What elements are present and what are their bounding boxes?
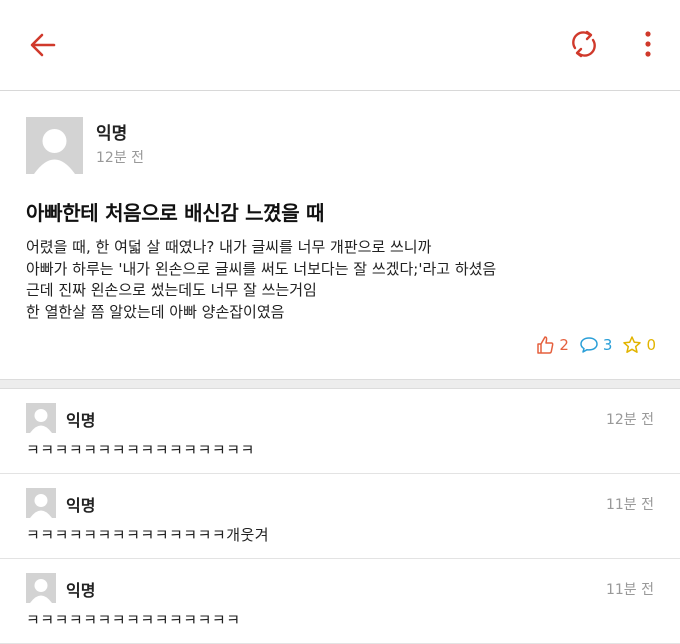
comment-time: 11분 전 bbox=[605, 497, 654, 513]
like-count: 2 bbox=[559, 336, 569, 354]
star-icon bbox=[623, 336, 642, 353]
comment-author: 익명 bbox=[66, 411, 96, 430]
comment-text: ㅋㅋㅋㅋㅋㅋㅋㅋㅋㅋㅋㅋㅋㅋㅋ bbox=[26, 611, 241, 629]
comment-count-button[interactable]: 3 bbox=[579, 335, 613, 355]
avatar bbox=[26, 117, 83, 174]
more-vertical-icon bbox=[645, 31, 651, 57]
comment-avatar bbox=[26, 403, 56, 433]
comment-avatar bbox=[26, 573, 56, 603]
post-title: 아빠한테 처음으로 배신감 느꼈을 때 bbox=[26, 201, 325, 225]
default-avatar-icon bbox=[26, 403, 56, 433]
post-stats: 2 3 0 bbox=[525, 335, 656, 355]
post-author: 익명 bbox=[96, 124, 128, 144]
scrap-button[interactable]: 0 bbox=[622, 335, 656, 355]
post-article: 익명 12분 전 아빠한테 처음으로 배신감 느꼈을 때 어렸을 때, 한 여덟… bbox=[0, 91, 680, 379]
top-app-bar bbox=[0, 0, 680, 91]
comment-author: 익명 bbox=[66, 581, 96, 600]
thumbs-up-icon bbox=[537, 336, 554, 354]
default-avatar-icon bbox=[26, 117, 83, 174]
comment-text: ㅋㅋㅋㅋㅋㅋㅋㅋㅋㅋㅋㅋㅋㅋ개웃겨 bbox=[26, 526, 270, 544]
comment-time: 12분 전 bbox=[605, 412, 654, 428]
comment-count: 3 bbox=[602, 336, 613, 354]
refresh-button[interactable] bbox=[568, 28, 600, 60]
like-button[interactable]: 2 bbox=[535, 335, 569, 355]
more-options-button[interactable] bbox=[636, 28, 660, 60]
comment-avatar bbox=[26, 488, 56, 518]
arrow-left-icon bbox=[30, 33, 56, 57]
default-avatar-icon bbox=[26, 573, 56, 603]
comment-item[interactable]: 익명 11분 전 ㅋㅋㅋㅋㅋㅋㅋㅋㅋㅋㅋㅋㅋㅋㅋ bbox=[0, 559, 680, 644]
post-time: 12분 전 bbox=[96, 150, 145, 166]
back-button[interactable] bbox=[28, 30, 58, 60]
comment-item[interactable]: 익명 12분 전 ㅋㅋㅋㅋㅋㅋㅋㅋㅋㅋㅋㅋㅋㅋㅋㅋ bbox=[0, 389, 680, 474]
default-avatar-icon bbox=[26, 488, 56, 518]
comment-item[interactable]: 익명 11분 전 ㅋㅋㅋㅋㅋㅋㅋㅋㅋㅋㅋㅋㅋㅋ개웃겨 bbox=[0, 474, 680, 559]
comment-time: 11분 전 bbox=[605, 582, 654, 598]
post-body: 어렸을 때, 한 여덟 살 때였나? 내가 글씨를 너무 개판으로 쓰니까 아빠… bbox=[26, 238, 497, 321]
scrap-count: 0 bbox=[646, 336, 656, 354]
comment-text: ㅋㅋㅋㅋㅋㅋㅋㅋㅋㅋㅋㅋㅋㅋㅋㅋ bbox=[26, 441, 255, 459]
speech-bubble-icon bbox=[580, 337, 598, 353]
section-divider bbox=[0, 379, 680, 389]
refresh-icon bbox=[572, 30, 596, 58]
comment-author: 익명 bbox=[66, 496, 96, 515]
